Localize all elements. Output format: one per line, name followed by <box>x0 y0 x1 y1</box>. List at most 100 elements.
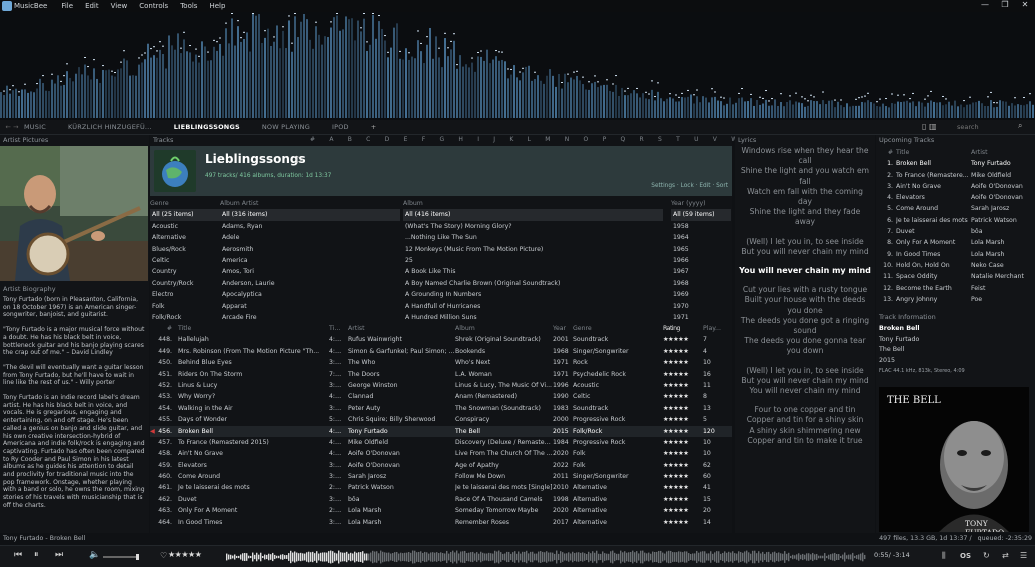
filter-item[interactable]: Acoustic <box>150 221 220 232</box>
restore-icon[interactable]: ❐ <box>995 0 1015 9</box>
menu-help[interactable]: Help <box>209 2 225 10</box>
filter-item[interactable]: 1965 <box>671 244 731 255</box>
menu-view[interactable]: View <box>111 2 128 10</box>
filter-header[interactable]: Album <box>403 198 663 209</box>
filter-item[interactable]: All (25 items) <box>150 209 220 221</box>
column-header[interactable]: Genre <box>573 323 663 334</box>
filter-item[interactable]: Adams, Ryan <box>220 221 400 232</box>
filter-item[interactable]: A Book Like This <box>403 266 663 277</box>
filter-item[interactable]: Apocalyptica <box>220 289 400 300</box>
pause-icon[interactable]: ⏸ <box>34 550 39 560</box>
upcoming-item[interactable]: 5. Come Around Sarah Jarosz <box>878 203 1034 214</box>
rating-stars[interactable]: ★★★★★ <box>168 550 202 559</box>
filter-item[interactable]: 1970 <box>671 301 731 312</box>
volume-slider[interactable] <box>103 554 139 560</box>
filter-item[interactable]: ...Nothing Like The Sun <box>403 232 663 243</box>
table-row[interactable]: 448. Hallelujah 4:08 Rufus Wainwright Shrek … <box>150 334 732 345</box>
link-sort[interactable]: Sort <box>716 183 728 189</box>
menu-controls[interactable]: Controls <box>139 2 168 10</box>
filter-item[interactable]: A Boy Named Charlie Brown (Original Soun… <box>403 278 663 289</box>
column-header[interactable]: Artist <box>345 323 455 334</box>
filter-item[interactable]: 12 Monkeys (Music From The Motion Pictur… <box>403 244 663 255</box>
filter-item[interactable]: 25 <box>403 255 663 266</box>
table-row[interactable]: 459. Elevators 3:52 Aoife O'Donovan Age of A… <box>150 460 732 471</box>
filter-item[interactable]: Arcade Fire <box>220 312 400 323</box>
table-row[interactable]: 450. Behind Blue Eyes 3:42 The Who Who's Nex… <box>150 357 732 368</box>
filter-item[interactable]: 1966 <box>671 255 731 266</box>
volume-knob[interactable] <box>136 554 139 560</box>
upcoming-item[interactable]: 10. Hold On, Hold On Neko Case <box>878 260 1034 271</box>
filter-item[interactable]: Adele <box>220 232 400 243</box>
filter-item[interactable]: A Grounding In Numbers <box>403 289 663 300</box>
filter-item[interactable]: Folk/Rock <box>150 312 220 323</box>
filter-item[interactable]: (What's The Story) Morning Glory? <box>403 221 663 232</box>
filter-item[interactable]: 1971 <box>671 312 731 323</box>
upcoming-item[interactable]: 2. To France (Remastere... Mike Oldfield <box>878 170 1034 181</box>
filter-header[interactable]: Year (yyyy) <box>671 198 731 209</box>
waveform-seekbar[interactable] <box>226 548 866 566</box>
next-icon[interactable]: ⏭ <box>55 550 63 560</box>
link-settings[interactable]: Settings <box>651 183 675 189</box>
nav-tab[interactable]: MUSIC <box>24 123 46 131</box>
shuffle-icon[interactable]: ⇄ <box>1002 551 1009 560</box>
table-row[interactable]: 452. Linus & Lucy 3:17 George Winston Linus … <box>150 380 732 391</box>
column-header[interactable]: # <box>150 323 174 334</box>
filter-item[interactable]: 1958 <box>671 221 731 232</box>
close-icon[interactable]: ✕ <box>1015 0 1035 9</box>
minimize-icon[interactable]: — <box>975 0 995 9</box>
filter-item[interactable]: 1968 <box>671 278 731 289</box>
table-row[interactable]: 462. Duvet 3:23 bôa Race Of A Thousand Camel… <box>150 494 732 505</box>
nav-tab[interactable]: LIEBLINGSSONGS <box>174 123 240 131</box>
upcoming-item[interactable]: 4. Elevators Aoife O'Donovan <box>878 192 1034 203</box>
table-row[interactable]: 454. Walking in the Air 3:29 Peter Auty The … <box>150 403 732 414</box>
menu-file[interactable]: File <box>61 2 73 10</box>
table-row[interactable]: 464. In Good Times 3:11 Lola Marsh Remember … <box>150 517 732 528</box>
filter-item[interactable]: Country/Rock <box>150 278 220 289</box>
upcoming-item[interactable]: 9. In Good Times Lola Marsh <box>878 249 1034 260</box>
search-icon[interactable]: ⌕ <box>1018 121 1022 131</box>
upcoming-item[interactable]: 7. Duvet bôa <box>878 226 1034 237</box>
table-row[interactable]: 456. Broken Bell 4:09 Tony Furtado The Bell 2… <box>150 425 732 437</box>
filter-item[interactable]: 1967 <box>671 266 731 277</box>
nav-tab[interactable]: KÜRZLICH HINZUGEFÜ... <box>68 123 152 131</box>
previous-icon[interactable]: ⏮ <box>14 550 22 560</box>
menu-edit[interactable]: Edit <box>85 2 99 10</box>
upcoming-item[interactable]: 13. Angry Johnny Poe <box>878 294 1034 305</box>
filter-item[interactable]: America <box>220 255 400 266</box>
filter-item[interactable]: Apparat <box>220 301 400 312</box>
nav-tab[interactable]: IPOD <box>332 123 349 131</box>
upcoming-item[interactable]: 11. Space Oddity Natalie Merchant <box>878 271 1034 282</box>
layout-icon[interactable]: ▯ ▥ <box>922 122 937 131</box>
column-header[interactable]: Album <box>455 323 553 334</box>
table-row[interactable]: 458. Ain't No Grave 4:07 Aoife O'Donovan Liv… <box>150 448 732 459</box>
table-row[interactable]: 451. Riders On The Storm 7:15 The Doors L.A.… <box>150 369 732 380</box>
filter-item[interactable]: All (416 items) <box>403 209 663 221</box>
playlist-icon[interactable]: ☰ <box>1020 551 1027 560</box>
filter-item[interactable]: All (316 items) <box>220 209 400 221</box>
column-header[interactable]: Artist <box>971 147 1031 158</box>
search-input[interactable]: search <box>957 123 1017 131</box>
menu-tools[interactable]: Tools <box>180 2 197 10</box>
filter-item[interactable]: 1964 <box>671 232 731 243</box>
filter-item[interactable]: Blues/Rock <box>150 244 220 255</box>
filter-header[interactable]: Genre <box>150 198 220 209</box>
filter-item[interactable]: A Hundred Million Suns <box>403 312 663 323</box>
nav-tab[interactable]: NOW PLAYING <box>262 123 310 131</box>
upcoming-item[interactable]: 12. Become the Earth Feist <box>878 283 1034 294</box>
add-tab-button[interactable]: + <box>371 123 376 131</box>
filter-item[interactable]: Amos, Tori <box>220 266 400 277</box>
filter-item[interactable]: Alternative <box>150 232 220 243</box>
column-header[interactable]: Year <box>553 323 573 334</box>
heart-icon[interactable]: ♡ <box>160 551 167 560</box>
filter-item[interactable]: Folk <box>150 301 220 312</box>
column-header[interactable]: Title <box>174 323 329 334</box>
equalizer-icon[interactable]: ⫼ <box>942 551 946 561</box>
upcoming-item[interactable]: 1. Broken Bell Tony Furtado <box>878 158 1034 169</box>
output-button[interactable]: OS <box>960 552 971 560</box>
table-row[interactable]: 460. Come Around 3:32 Sarah Jarosz Follow Me… <box>150 471 732 482</box>
filter-header[interactable]: Album Artist <box>220 198 400 209</box>
filter-item[interactable]: Electro <box>150 289 220 300</box>
upcoming-item[interactable]: 6. Je te laisserai des mots Patrick Watson <box>878 215 1034 226</box>
filter-item[interactable]: 1969 <box>671 289 731 300</box>
table-row[interactable]: 463. Only For A Moment 2:48 Lola Marsh Somed… <box>150 505 732 516</box>
